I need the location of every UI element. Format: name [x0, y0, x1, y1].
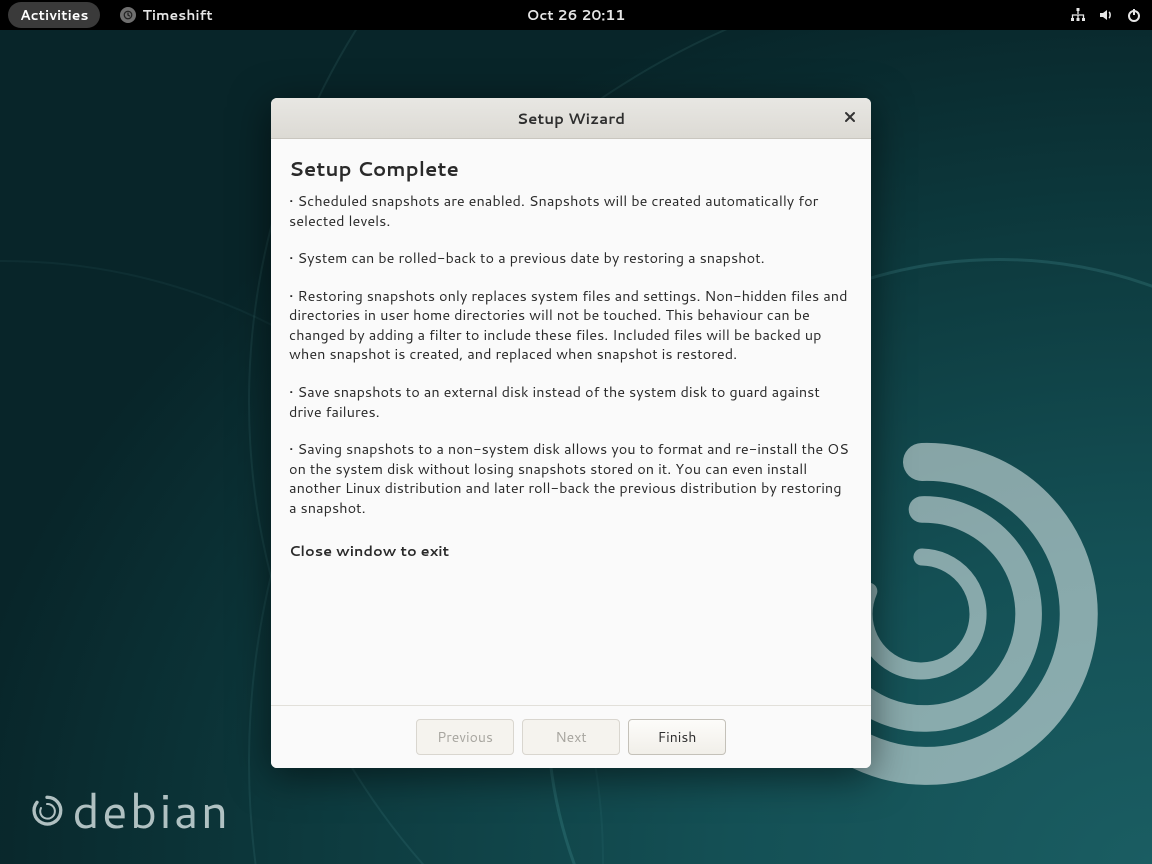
- network-icon[interactable]: [1070, 7, 1086, 23]
- setup-wizard-window: Setup Wizard Setup Complete • Scheduled …: [271, 98, 871, 768]
- info-bullet: • System can be rolled-back to a previou…: [289, 248, 853, 268]
- close-hint: Close window to exit: [289, 541, 853, 561]
- gnome-top-bar: Activities Timeshift Oct 26 20:11: [0, 0, 1152, 30]
- timeshift-icon: [120, 7, 136, 23]
- power-icon[interactable]: [1126, 7, 1142, 23]
- close-button[interactable]: [839, 106, 861, 128]
- app-menu-label: Timeshift: [142, 5, 212, 25]
- clock[interactable]: Oct 26 20:11: [527, 5, 626, 25]
- distro-logo: debian: [30, 776, 230, 844]
- next-button: Next: [522, 719, 620, 755]
- finish-button[interactable]: Finish: [628, 719, 726, 755]
- volume-icon[interactable]: [1098, 7, 1114, 23]
- titlebar[interactable]: Setup Wizard: [271, 98, 871, 139]
- wizard-button-bar: Previous Next Finish: [271, 705, 871, 768]
- page-heading: Setup Complete: [289, 155, 853, 183]
- distro-label: debian: [72, 776, 230, 844]
- info-bullet: • Save snapshots to an external disk ins…: [289, 382, 853, 421]
- previous-button: Previous: [416, 719, 514, 755]
- info-bullet: • Saving snapshots to a non-system disk …: [289, 439, 853, 517]
- activities-button[interactable]: Activities: [8, 2, 100, 28]
- window-title: Setup Wizard: [517, 108, 625, 129]
- app-menu[interactable]: Timeshift: [120, 5, 212, 25]
- content-scroll[interactable]: • Scheduled snapshots are enabled. Snaps…: [289, 191, 865, 705]
- info-bullet: • Scheduled snapshots are enabled. Snaps…: [289, 191, 853, 230]
- info-bullet: • Restoring snapshots only replaces syst…: [289, 286, 853, 364]
